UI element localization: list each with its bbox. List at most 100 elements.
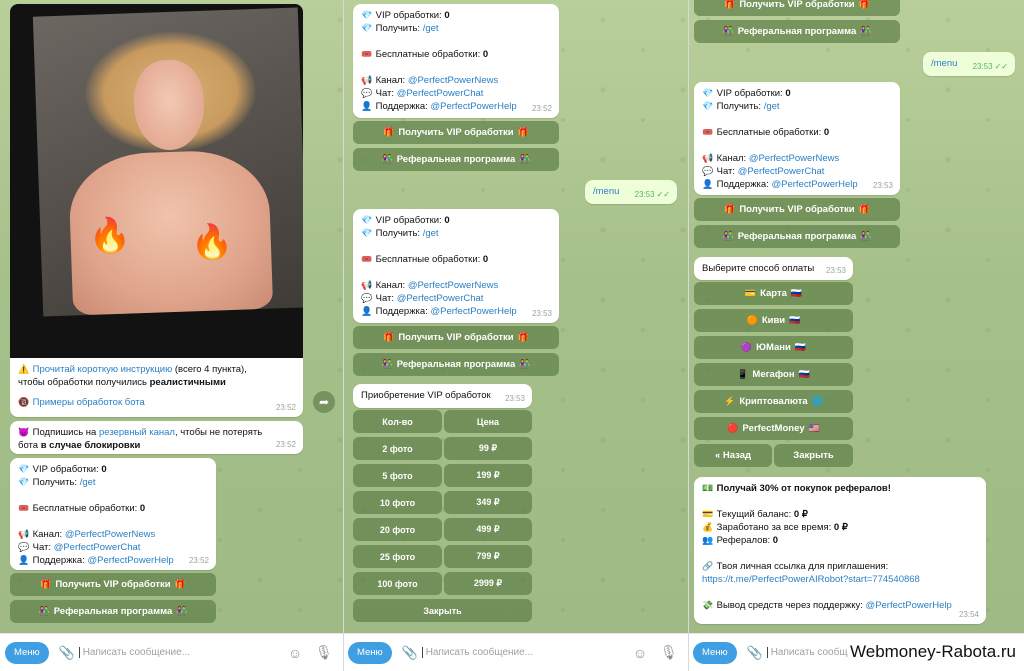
invite-link[interactable]: https://t.me/PerfectPowerAIRobot?start=7… bbox=[702, 574, 920, 585]
get-command-link[interactable]: /get bbox=[423, 23, 439, 34]
qty-button[interactable]: 100 фото bbox=[353, 572, 442, 595]
balance-label: Текущий баланс: bbox=[716, 509, 794, 520]
price-button[interactable]: 99 ₽ bbox=[444, 437, 532, 460]
pay-megafon-button[interactable]: 📱 Мегафон 🇷🇺 bbox=[694, 363, 853, 386]
get-command-link[interactable]: /get bbox=[80, 477, 96, 488]
price-button[interactable]: 349 ₽ bbox=[444, 491, 532, 514]
qty-button[interactable]: 5 фото bbox=[353, 464, 442, 487]
close-button[interactable]: Закрыть bbox=[774, 444, 853, 467]
microphone-icon[interactable]: 🎙 bbox=[315, 644, 333, 661]
menu-command-link[interactable]: /menu bbox=[593, 186, 619, 197]
referral-button[interactable]: 👫 Реферальная программа 👫 bbox=[10, 600, 216, 623]
pay-card-button[interactable]: 💳 Карта 🇷🇺 bbox=[694, 282, 853, 305]
table-header-qty[interactable]: Кол-во bbox=[353, 410, 442, 433]
pay-perfectmoney-button[interactable]: 🔴 PerfectMoney 🇺🇸 bbox=[694, 417, 853, 440]
pay-qiwi-button[interactable]: 🟠 Киви 🇷🇺 bbox=[694, 309, 853, 332]
earned-value: 0 ₽ bbox=[833, 522, 848, 533]
emoji-icon[interactable]: ☺ bbox=[287, 645, 303, 661]
support-link[interactable]: @PerfectPowerHelp bbox=[430, 306, 516, 317]
get-vip-label: Получить VIP обработки bbox=[398, 332, 514, 343]
close-button[interactable]: Закрыть bbox=[353, 599, 532, 622]
referral-button[interactable]: 👫 Реферальная программа 👫 bbox=[694, 20, 900, 43]
fire-icon: 🔥 bbox=[87, 216, 132, 256]
message-input[interactable]: Написать сообщение... bbox=[78, 647, 287, 658]
channel-link[interactable]: @PerfectPowerNews bbox=[408, 280, 498, 291]
chat-pane-3: 🎁 Получить VIP обработки 🎁 👫 Реферальная пр… bbox=[688, 0, 1024, 633]
diamond-icon: 💎 bbox=[361, 228, 373, 238]
message-time: 23:53 bbox=[872, 181, 893, 190]
referral-button[interactable]: 👫 Реферальная программа 👫 bbox=[353, 148, 559, 171]
support-link[interactable]: @PerfectPowerHelp bbox=[87, 555, 173, 566]
purple-circle-icon: 🟣 bbox=[740, 342, 753, 352]
support-label: Поддержка: bbox=[32, 555, 85, 566]
withdraw-support-link[interactable]: @PerfectPowerHelp bbox=[866, 600, 952, 611]
get-command-link[interactable]: /get bbox=[423, 228, 439, 239]
message-time: 23:53 bbox=[825, 266, 846, 275]
message-input[interactable]: Написать сообщение... bbox=[421, 647, 632, 658]
price-button[interactable]: 799 ₽ bbox=[444, 545, 532, 568]
chat-link[interactable]: @PerfectPowerChat bbox=[397, 293, 484, 304]
pay-yoomoney-button[interactable]: 🟣 ЮМани 🇷🇺 bbox=[694, 336, 853, 359]
get-vip-button[interactable]: 🎁 Получить VIP обработки 🎁 bbox=[694, 198, 900, 221]
qty-button[interactable]: 10 фото bbox=[353, 491, 442, 514]
usa-flag-icon: 🇺🇸 bbox=[808, 423, 820, 433]
back-button[interactable]: « Назад bbox=[694, 444, 772, 467]
price-button[interactable]: 199 ₽ bbox=[444, 464, 532, 487]
menu-button[interactable]: Меню bbox=[348, 641, 392, 664]
refs-value: 0 bbox=[772, 535, 779, 546]
support-link[interactable]: @PerfectPowerHelp bbox=[771, 179, 857, 190]
free-value: 0 bbox=[139, 503, 146, 514]
referral-button[interactable]: 👫 Реферальная программа 👫 bbox=[694, 225, 900, 248]
paperclip-icon[interactable]: 📎 bbox=[402, 645, 418, 661]
instruction-link[interactable]: Прочитай короткую инструкцию bbox=[33, 364, 173, 375]
microphone-icon[interactable]: 🎙 bbox=[660, 644, 678, 661]
examples-link[interactable]: Примеры обработок бота bbox=[33, 397, 145, 408]
reserve-channel-link[interactable]: резервный канал bbox=[99, 427, 175, 438]
get-vip-label: Получить VIP обработки bbox=[739, 204, 855, 215]
channel-link[interactable]: @PerfectPowerNews bbox=[749, 153, 839, 164]
referral-button[interactable]: 👫 Реферальная программа 👫 bbox=[353, 353, 559, 376]
chat-link[interactable]: @PerfectPowerChat bbox=[397, 88, 484, 99]
chat-link[interactable]: @PerfectPowerChat bbox=[54, 542, 141, 553]
emoji-icon[interactable]: ☺ bbox=[632, 645, 648, 661]
photo-message[interactable]: 🔥 🔥 bbox=[10, 4, 303, 358]
price-button[interactable]: 499 ₽ bbox=[444, 518, 532, 541]
channel-link[interactable]: @PerfectPowerNews bbox=[408, 75, 498, 86]
outgoing-message: /menu 23:53 ✓✓ bbox=[923, 52, 1015, 76]
gift-icon: 🎁 bbox=[383, 332, 395, 342]
vip-label: VIP обработки: bbox=[716, 88, 783, 99]
qty-button[interactable]: 25 фото bbox=[353, 545, 442, 568]
menu-button[interactable]: Меню bbox=[693, 641, 737, 664]
pay-crypto-button[interactable]: ⚡ Криптовалюта 🌐 bbox=[694, 390, 853, 413]
get-vip-button[interactable]: 🎁 Получить VIP обработки 🎁 bbox=[10, 573, 216, 596]
double-check-icon: ✓✓ bbox=[656, 190, 670, 199]
qty-button[interactable]: 20 фото bbox=[353, 518, 442, 541]
money-bag-icon: 💰 bbox=[702, 522, 714, 532]
referral-info-bubble: 💵 Получай 30% от покупок рефералов! 💳 Те… bbox=[694, 477, 986, 624]
menu-command-link[interactable]: /menu bbox=[931, 58, 957, 69]
message-time: 23:52 bbox=[188, 556, 209, 565]
megaphone-icon: 📢 bbox=[702, 153, 714, 163]
free-label: Бесплатные обработки: bbox=[32, 503, 138, 514]
people-icon: 👫 bbox=[722, 231, 734, 241]
paperclip-icon[interactable]: 📎 bbox=[59, 645, 75, 661]
forward-icon[interactable]: ➦ bbox=[313, 391, 335, 413]
referral-label: Реферальная программа bbox=[396, 359, 516, 370]
paperclip-icon[interactable]: 📎 bbox=[747, 645, 763, 661]
speech-bubble-icon: 💬 bbox=[361, 88, 373, 98]
russia-flag-icon: 🇷🇺 bbox=[798, 369, 810, 379]
price-label: 499 ₽ bbox=[476, 524, 500, 534]
get-vip-label: Получить VIP обработки bbox=[55, 579, 171, 590]
get-vip-button[interactable]: 🎁 Получить VIP обработки 🎁 bbox=[694, 0, 900, 16]
get-vip-button[interactable]: 🎁 Получить VIP обработки 🎁 bbox=[353, 121, 559, 144]
menu-button[interactable]: Меню bbox=[5, 641, 49, 664]
qty-button[interactable]: 2 фото bbox=[353, 437, 442, 460]
get-vip-button[interactable]: 🎁 Получить VIP обработки 🎁 bbox=[353, 326, 559, 349]
table-header-price[interactable]: Цена bbox=[444, 410, 532, 433]
withdraw-label: Вывод средств через поддержку: bbox=[716, 600, 866, 611]
price-button[interactable]: 2999 ₽ bbox=[444, 572, 532, 595]
chat-link[interactable]: @PerfectPowerChat bbox=[738, 166, 825, 177]
get-command-link[interactable]: /get bbox=[764, 101, 780, 112]
channel-link[interactable]: @PerfectPowerNews bbox=[65, 529, 155, 540]
support-link[interactable]: @PerfectPowerHelp bbox=[430, 101, 516, 112]
